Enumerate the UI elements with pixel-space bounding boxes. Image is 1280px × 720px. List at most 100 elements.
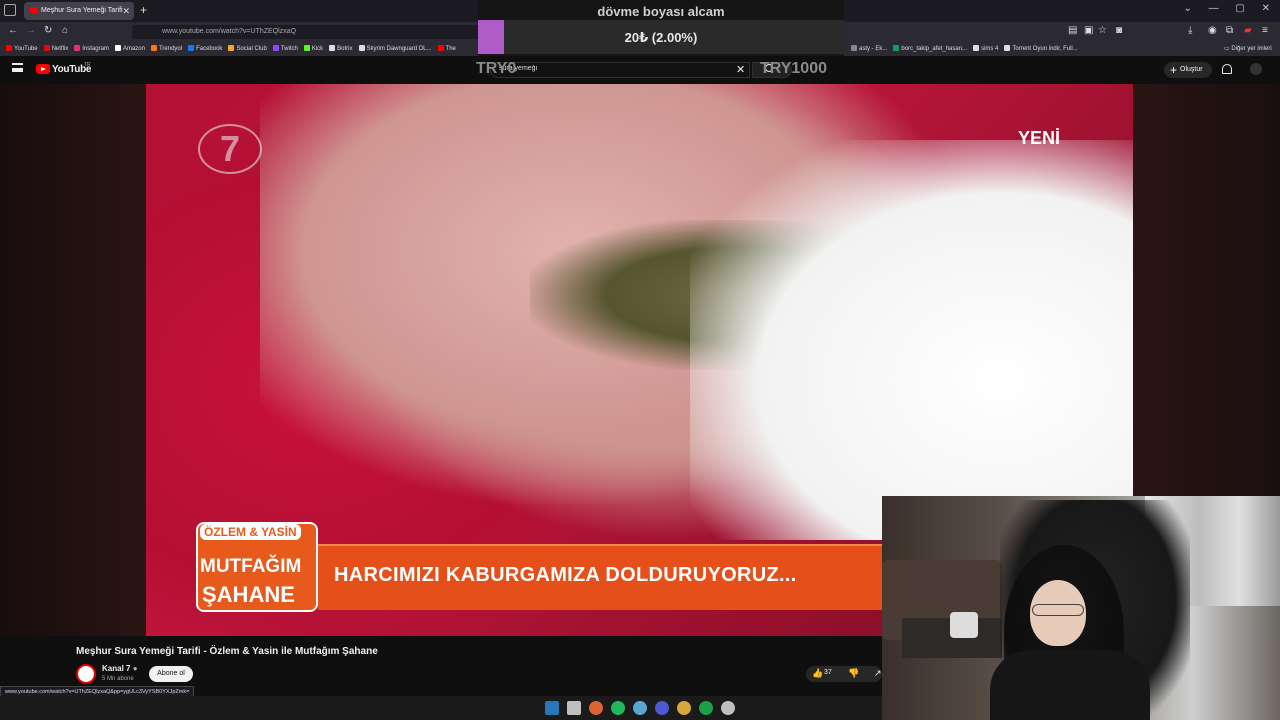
bookmark-label: Netflix bbox=[51, 46, 69, 52]
youtube-favicon-icon bbox=[30, 7, 38, 14]
bookmark-2[interactable]: Instagram bbox=[74, 42, 109, 56]
bookmark-favicon-icon bbox=[1004, 45, 1011, 52]
folder-icon[interactable] bbox=[677, 701, 691, 715]
bookmark-right-1[interactable]: borc_takip_afet_hasan... bbox=[893, 42, 967, 56]
bookmark-3[interactable]: Amazon bbox=[114, 42, 145, 56]
bookmark-favicon-icon bbox=[228, 45, 235, 52]
account-icon[interactable]: ◉ bbox=[1208, 25, 1217, 36]
bookmark-0[interactable]: YouTube bbox=[6, 42, 38, 56]
extension-icon[interactable]: ▰ bbox=[1244, 25, 1252, 36]
bookmark-4[interactable]: Trendyol bbox=[150, 42, 183, 56]
hamburger-menu-icon[interactable] bbox=[12, 63, 23, 72]
bookmark-favicon-icon bbox=[973, 45, 980, 52]
bookmark-favicon-icon bbox=[893, 45, 900, 52]
bookmark-10[interactable]: Skyrim Dawnguard DL... bbox=[358, 42, 432, 56]
window-controls[interactable]: ⌄ — ▢ ✕ bbox=[1183, 3, 1270, 14]
channel-watermark-icon: 7 bbox=[198, 124, 262, 174]
bookmark-label: Kick bbox=[311, 46, 324, 52]
bookmark-label: YouTube bbox=[14, 46, 38, 52]
new-tab-button[interactable]: + bbox=[140, 3, 147, 17]
caption-text: HARCIMIZI KABURGAMIZA DOLDURUYORUZ... bbox=[334, 564, 797, 586]
spotify-icon[interactable] bbox=[699, 701, 713, 715]
subscribe-button[interactable]: Abone ol bbox=[149, 666, 193, 682]
bookmark-favicon-icon bbox=[188, 45, 195, 52]
donation-amount: 20₺ (2.00%) bbox=[624, 30, 698, 45]
bookmark-favicon-icon bbox=[43, 45, 50, 52]
back-icon[interactable]: ← bbox=[8, 25, 18, 36]
bookmark-label: Twitch bbox=[280, 46, 298, 52]
tab-list-icon[interactable] bbox=[4, 4, 16, 16]
bookmark-label: Amazon bbox=[122, 46, 145, 52]
show-hosts: ÖZLEM & YASİN bbox=[200, 524, 301, 540]
video-frame-glove bbox=[690, 140, 1133, 540]
downloads-icon[interactable]: ⤓ bbox=[1188, 25, 1192, 36]
bookmark-favicon-icon bbox=[150, 45, 157, 52]
youtube-logo-icon[interactable] bbox=[36, 64, 50, 74]
donation-goal-title: dövme boyası alcam bbox=[597, 4, 725, 19]
like-icon[interactable]: 👍 bbox=[812, 668, 823, 679]
share-icon[interactable]: ↗ bbox=[874, 668, 882, 679]
bookmark-label: borc_takip_afet_hasan... bbox=[901, 46, 968, 52]
avatar[interactable] bbox=[1250, 63, 1262, 75]
other-bookmarks[interactable]: ▭ Diğer yer imleri bbox=[1224, 42, 1272, 56]
goal-start-label: TRY0 bbox=[476, 60, 517, 77]
whatsapp-icon[interactable] bbox=[611, 701, 625, 715]
discord-icon[interactable] bbox=[655, 701, 669, 715]
bookmark-6[interactable]: Social Club bbox=[228, 42, 267, 56]
bookmark-favicon-icon bbox=[74, 45, 81, 52]
search-icon[interactable] bbox=[567, 701, 581, 715]
country-code: TR bbox=[84, 62, 91, 68]
bookmark-favicon-icon bbox=[437, 45, 444, 52]
tab-title: Meşhur Sura Yemeği Tarifi bbox=[41, 7, 123, 14]
video-title: Meşhur Sura Yemeği Tarifi - Özlem & Yasi… bbox=[76, 646, 378, 657]
bookmark-label: Trendyol bbox=[158, 46, 183, 52]
show-name-line1: MUTFAĞIM bbox=[200, 556, 302, 577]
bookmark-label: Botrix bbox=[337, 46, 353, 52]
plus-icon: + bbox=[1170, 63, 1178, 77]
bookmark-label: Social Club bbox=[236, 46, 267, 52]
search-clear-icon[interactable]: ✕ bbox=[736, 63, 745, 76]
channel-name[interactable]: Kanal 7 ● bbox=[102, 664, 138, 673]
bookmark-star-icon[interactable]: ☆ bbox=[1098, 25, 1107, 36]
dislike-icon[interactable]: 👎 bbox=[848, 668, 859, 679]
bookmark-label: asty - Ek... bbox=[859, 46, 888, 52]
pip-icon[interactable]: ▣ bbox=[1084, 25, 1093, 36]
bookmark-right-2[interactable]: sims 4 bbox=[973, 42, 998, 56]
menu-icon[interactable]: ≡ bbox=[1262, 25, 1268, 36]
search-input[interactable] bbox=[499, 65, 719, 72]
windows-start-icon[interactable] bbox=[545, 701, 559, 715]
bookmark-5[interactable]: Facebook bbox=[188, 42, 222, 56]
webcam-glasses bbox=[1032, 604, 1084, 616]
video-ambient-left bbox=[0, 84, 146, 636]
bookmark-favicon-icon bbox=[329, 45, 336, 52]
channel-avatar[interactable] bbox=[76, 664, 96, 684]
forward-icon[interactable]: → bbox=[26, 25, 36, 36]
bookmark-right-3[interactable]: Torrent Oyun indir, Full... bbox=[1004, 42, 1078, 56]
reload-icon[interactable]: ↻ bbox=[44, 25, 52, 36]
browser-tab-active[interactable]: Meşhur Sura Yemeği Tarifi ✕ bbox=[24, 2, 134, 20]
bookmark-9[interactable]: Botrix bbox=[329, 42, 353, 56]
tab-close-icon[interactable]: ✕ bbox=[122, 2, 130, 20]
screenshot-icon[interactable]: ◙ bbox=[1116, 25, 1122, 36]
steam-icon[interactable] bbox=[633, 701, 647, 715]
webcam-hoodie bbox=[990, 650, 1150, 720]
bookmark-right-0[interactable]: asty - Ek... bbox=[851, 42, 887, 56]
firefox-icon[interactable] bbox=[589, 701, 603, 715]
show-ile: ile bbox=[250, 540, 260, 550]
bookmark-label: Instagram bbox=[82, 46, 109, 52]
app-icon[interactable] bbox=[721, 701, 735, 715]
reader-icon[interactable]: ▤ bbox=[1068, 25, 1077, 36]
bookmark-1[interactable]: Netflix bbox=[43, 42, 69, 56]
notifications-bell-icon[interactable] bbox=[1222, 64, 1232, 74]
search-box[interactable] bbox=[490, 62, 750, 78]
bookmark-favicon-icon bbox=[303, 45, 310, 52]
bookmark-label: sims 4 bbox=[981, 46, 999, 52]
bookmark-8[interactable]: Kick bbox=[303, 42, 324, 56]
bookmark-7[interactable]: Twitch bbox=[272, 42, 298, 56]
bookmark-favicon-icon bbox=[6, 45, 12, 52]
extensions-icon[interactable]: ⧉ bbox=[1226, 25, 1233, 36]
like-count[interactable]: 37 bbox=[824, 669, 832, 676]
bookmark-11[interactable]: The bbox=[437, 42, 456, 56]
home-icon[interactable]: ⌂ bbox=[62, 25, 68, 36]
bookmark-favicon-icon bbox=[114, 45, 121, 52]
